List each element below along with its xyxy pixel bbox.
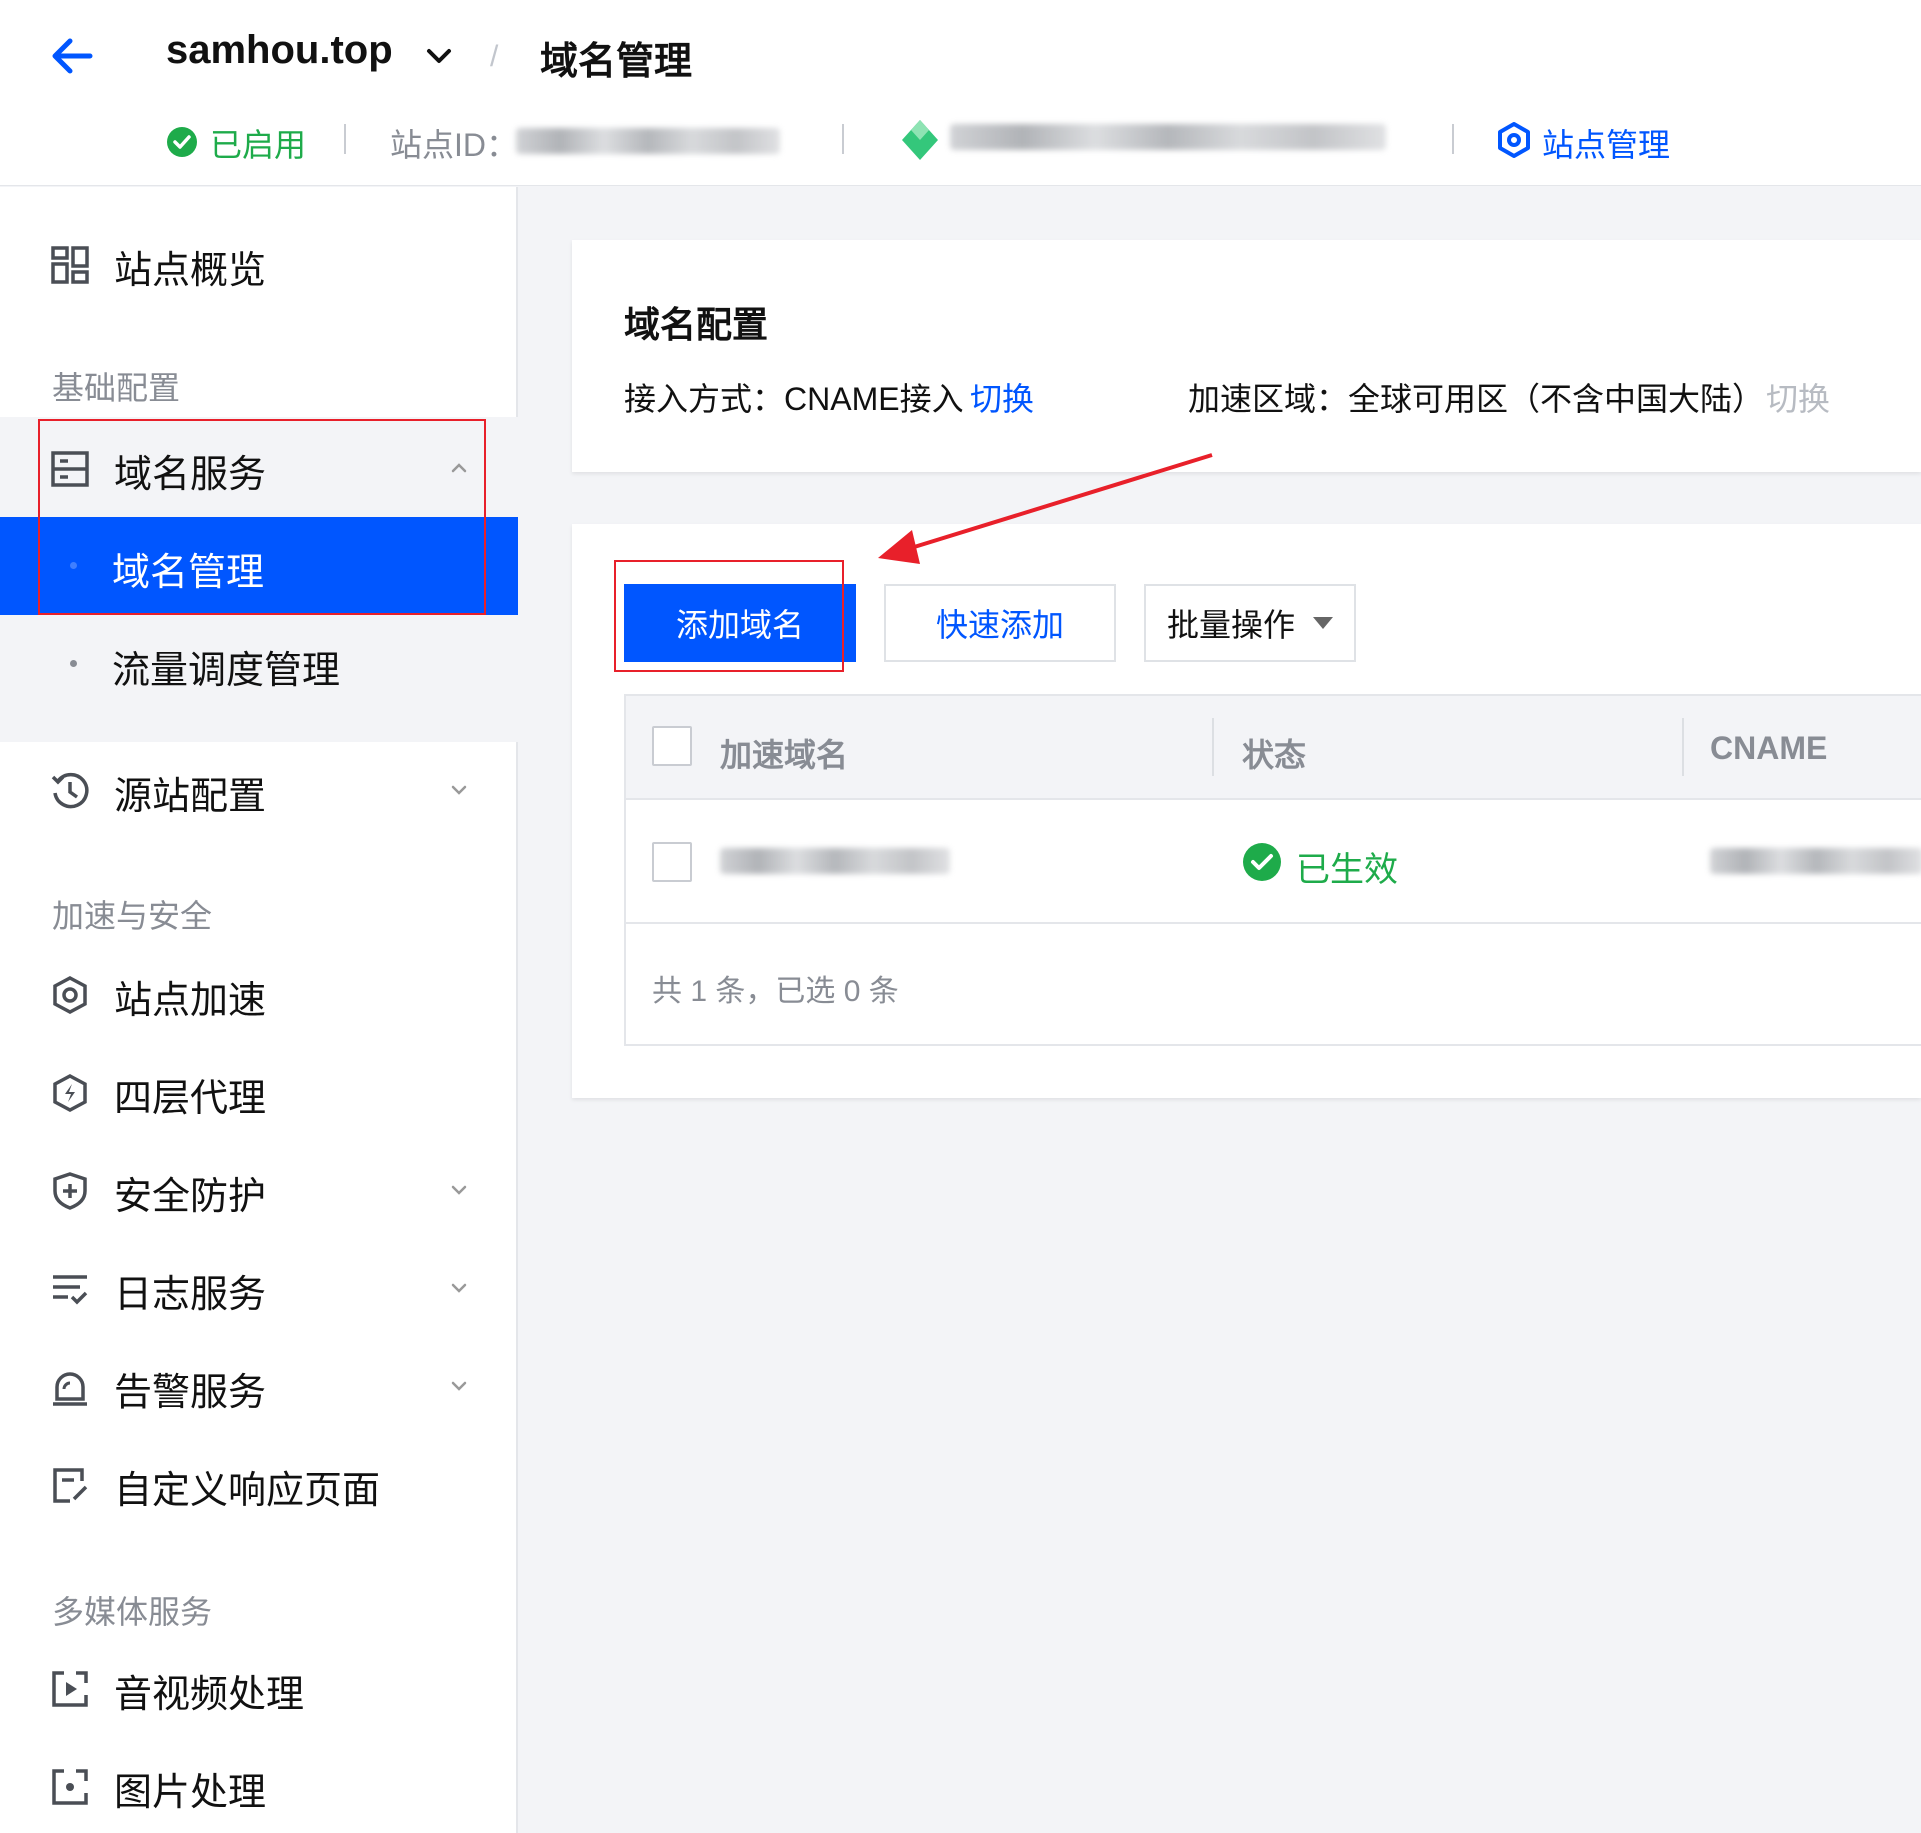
divider <box>842 124 844 154</box>
add-domain-button[interactable]: 添加域名 <box>624 584 856 662</box>
sidebar-item-label: 流量调度管理 <box>112 650 341 692</box>
sidebar-group-accel: 加速与安全 <box>52 898 213 934</box>
chevron-down-icon <box>451 1283 467 1293</box>
sidebar-item-log-service[interactable]: 日志服务 <box>0 1239 518 1337</box>
alarm-icon <box>53 1372 87 1406</box>
chevron-down-icon <box>451 1185 467 1195</box>
page-title: 域名管理 <box>540 41 693 83</box>
sidebar-item-label: 自定义响应页面 <box>114 1470 381 1512</box>
settings-hexagon-icon[interactable] <box>1496 122 1532 158</box>
divider <box>1452 124 1454 154</box>
sidebar-nav: 站点概览 基础配置 域名服务 域名管理 流量调度管理 源站配置 加速与安全 站点… <box>0 187 518 1833</box>
site-status-badge: 已启用 <box>210 127 307 163</box>
site-id-value-redacted <box>516 128 780 154</box>
check-circle-icon <box>167 127 197 157</box>
batch-ops-dropdown[interactable]: 批量操作 <box>1144 584 1356 662</box>
chevron-down-icon <box>451 785 467 795</box>
cname-value-redacted <box>1710 848 1921 874</box>
sidebar-item-domain-service[interactable]: 域名服务 <box>0 419 518 517</box>
diamond-icon <box>902 120 938 160</box>
sidebar-group-media: 多媒体服务 <box>52 1594 213 1630</box>
row-checkbox[interactable] <box>652 842 692 882</box>
column-divider <box>1212 718 1214 776</box>
back-arrow-icon[interactable] <box>48 34 96 78</box>
sidebar-item-l4-proxy[interactable]: 四层代理 <box>0 1043 518 1141</box>
image-icon <box>52 1769 88 1805</box>
batch-ops-label: 批量操作 <box>1166 607 1295 643</box>
chevron-down-icon <box>451 1381 467 1391</box>
sidebar-item-label: 四层代理 <box>114 1078 267 1120</box>
region-label: 加速区域：全球可用区（不含中国大陆） <box>1188 381 1765 417</box>
site-status-row: 已启用 站点ID： 站点管理 <box>0 112 1921 172</box>
sidebar-item-alert-service[interactable]: 告警服务 <box>0 1337 518 1435</box>
access-mode-label: 接入方式：CNAME接入 <box>624 381 964 417</box>
sidebar-item-domain-manage[interactable]: 域名管理 <box>0 517 518 615</box>
column-header-cname: CNAME <box>1710 730 1828 766</box>
sidebar-item-label: 安全防护 <box>114 1176 267 1218</box>
domain-table: 加速域名 状态 CNAME 已生效 共 1 条，已选 0 条 <box>624 694 1921 1046</box>
bullet-dot <box>70 660 77 667</box>
lightning-hexagon-icon <box>53 1074 87 1112</box>
log-list-icon <box>53 1275 88 1305</box>
sidebar-item-label: 音视频处理 <box>114 1674 305 1716</box>
sidebar-item-label: 站点加速 <box>114 980 267 1022</box>
sidebar-item-traffic-manage[interactable]: 流量调度管理 <box>0 615 518 713</box>
select-all-checkbox[interactable] <box>652 726 692 766</box>
sidebar-item-origin-config[interactable]: 源站配置 <box>0 741 518 839</box>
row-status-badge: 已生效 <box>1296 851 1398 889</box>
sidebar-item-custom-page[interactable]: 自定义响应页面 <box>0 1435 518 1533</box>
domain-value-redacted[interactable] <box>720 848 950 874</box>
document-edit-icon <box>53 1468 88 1503</box>
server-icon <box>51 451 89 487</box>
column-header-domain: 加速域名 <box>720 737 849 773</box>
sidebar-item-image-process[interactable]: 图片处理 <box>0 1737 518 1833</box>
column-header-status: 状态 <box>1242 737 1307 773</box>
sidebar-group-basic: 基础配置 <box>52 370 181 406</box>
site-name[interactable]: samhou.top <box>166 28 393 73</box>
card-title: 域名配置 <box>624 304 769 345</box>
caret-down-icon <box>1313 617 1333 629</box>
domain-list-card: 添加域名 快速添加 批量操作 加速域名 状态 CNAME 已生效 共 1 条，已… <box>572 524 1921 1098</box>
sidebar-item-label: 日志服务 <box>114 1274 267 1316</box>
quick-add-button[interactable]: 快速添加 <box>884 584 1116 662</box>
sidebar-item-label: 告警服务 <box>114 1372 267 1414</box>
chevron-up-icon <box>451 463 467 473</box>
site-header: samhou.top / 域名管理 已启用 站点ID： 站点管理 <box>0 0 1921 186</box>
accelerate-hexagon-icon <box>53 976 87 1014</box>
table-row: 已生效 <box>626 800 1921 924</box>
video-icon <box>52 1671 88 1707</box>
breadcrumb-separator: / <box>490 40 499 73</box>
chevron-down-icon[interactable] <box>424 44 454 68</box>
sidebar-item-label: 源站配置 <box>114 776 267 818</box>
domain-value-redacted <box>950 124 1386 150</box>
sidebar-item-site-accel[interactable]: 站点加速 <box>0 945 518 1043</box>
site-manage-link[interactable]: 站点管理 <box>1542 120 1670 166</box>
sidebar-item-security[interactable]: 安全防护 <box>0 1141 518 1239</box>
sidebar-item-label: 域名管理 <box>112 552 265 594</box>
sidebar-item-label: 域名服务 <box>114 454 267 496</box>
divider <box>344 124 346 154</box>
sidebar-item-overview[interactable]: 站点概览 <box>0 215 518 313</box>
access-mode-switch-link[interactable]: 切换 <box>970 374 1034 420</box>
table-footer-summary: 共 1 条，已选 0 条 <box>652 975 899 1008</box>
dashboard-icon <box>51 246 89 284</box>
column-divider <box>1682 718 1684 776</box>
domain-config-card: 域名配置 接入方式：CNAME接入 切换 加速区域：全球可用区（不含中国大陆） … <box>572 240 1921 472</box>
table-header: 加速域名 状态 CNAME <box>626 696 1921 800</box>
sidebar-item-label: 图片处理 <box>114 1772 267 1814</box>
region-switch-link[interactable]: 切换 <box>1766 374 1830 420</box>
sidebar-item-av-process[interactable]: 音视频处理 <box>0 1639 518 1737</box>
sidebar-item-label: 站点概览 <box>114 250 267 292</box>
site-id-label: 站点ID： <box>390 127 519 163</box>
history-icon <box>51 772 89 809</box>
shield-icon <box>53 1172 87 1210</box>
bullet-dot <box>70 562 77 569</box>
check-circle-icon <box>1243 843 1281 881</box>
